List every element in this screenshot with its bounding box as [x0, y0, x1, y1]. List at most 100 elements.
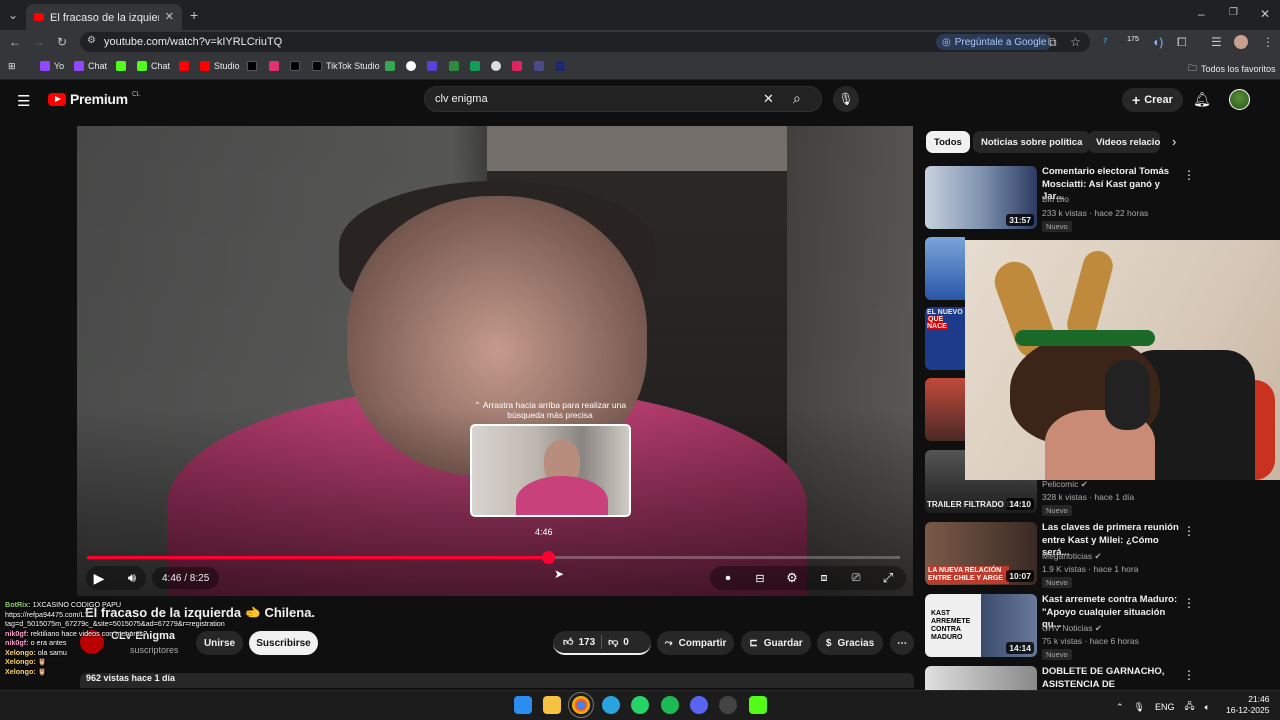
- more-vertical-icon[interactable]: ⋮: [1183, 168, 1195, 182]
- network-icon[interactable]: 🖧: [1185, 699, 1195, 715]
- chrome-taskbar-icon[interactable]: [568, 692, 594, 718]
- bookmark-drive[interactable]: [385, 61, 395, 71]
- discord-icon[interactable]: [690, 696, 708, 714]
- settings-gear-icon[interactable]: ⚙: [783, 568, 801, 588]
- recommendation-channel[interactable]: Pelicomic ✔: [1042, 479, 1088, 490]
- obs-icon[interactable]: [719, 696, 737, 714]
- play-button[interactable]: ▶: [90, 568, 108, 588]
- extensions-puzzle-icon[interactable]: ⧠: [1177, 36, 1187, 48]
- clear-search-icon[interactable]: ✕: [763, 91, 774, 107]
- chip-noticias-politica[interactable]: Noticias sobre política: [973, 131, 1091, 153]
- cast-icon[interactable]: ⎚: [847, 568, 865, 588]
- recommendation-channel[interactable]: CHV Noticias ✔: [1042, 623, 1102, 634]
- spotify-icon[interactable]: [661, 696, 679, 714]
- kick-taskbar-icon[interactable]: [749, 696, 767, 714]
- recommendation-thumbnail[interactable]: LA NUEVA RELACIÓN ENTRE CHILE Y ARGE 10:…: [925, 522, 1037, 585]
- notifications-bell-icon[interactable]: 🔔︎: [1193, 91, 1211, 108]
- recommendation-channel[interactable]: Bio Bio: [1042, 194, 1069, 204]
- recommendation-item[interactable]: LA NUEVA RELACIÓN ENTRE CHILE Y ARGE 10:…: [925, 522, 1270, 588]
- whatsapp-icon[interactable]: [631, 696, 649, 714]
- recommendation-item[interactable]: 31:57 Comentario electoral Tomás Mosciat…: [925, 166, 1270, 232]
- back-icon[interactable]: ←: [9, 36, 21, 48]
- thanks-button[interactable]: $ Gracias: [817, 631, 883, 655]
- ask-google-button[interactable]: ◎ Pregúntale a Google: [936, 34, 1053, 50]
- more-vertical-icon[interactable]: ⋮: [1183, 668, 1195, 682]
- restore-icon[interactable]: ❐: [1229, 8, 1238, 18]
- windows-start-icon[interactable]: [514, 696, 532, 714]
- create-button[interactable]: + Crear: [1122, 88, 1183, 112]
- reload-icon[interactable]: ↻: [57, 36, 67, 48]
- bookmark-ext-5[interactable]: [512, 61, 522, 71]
- bookmark-ext-4[interactable]: [491, 61, 501, 71]
- bookmark-kick[interactable]: [116, 61, 126, 71]
- bookmark-tiktok-studio[interactable]: TikTok Studio: [312, 61, 380, 71]
- minimize-icon[interactable]: –: [1198, 8, 1205, 20]
- video-player[interactable]: [77, 126, 913, 596]
- chevron-right-icon[interactable]: ›: [1172, 134, 1176, 149]
- search-input[interactable]: clv enigma ✕ ⌕: [424, 86, 822, 112]
- chip-videos-relacionados[interactable]: Videos relacio: [1088, 131, 1160, 153]
- recommendation-thumbnail[interactable]: KAST ARREMETE CONTRA MADURO 14:14: [925, 594, 1037, 657]
- bookmark-yo[interactable]: Yo: [40, 61, 64, 71]
- bookmark-chat-1[interactable]: Chat: [74, 61, 107, 71]
- recommendation-thumbnail[interactable]: 31:57: [925, 166, 1037, 229]
- chip-todos[interactable]: Todos: [926, 131, 970, 153]
- new-tab-icon[interactable]: +: [190, 8, 198, 22]
- bookmark-ext-6[interactable]: [534, 61, 544, 71]
- more-vertical-icon[interactable]: ⋮: [1183, 596, 1195, 610]
- join-button[interactable]: Unirse: [196, 631, 243, 655]
- progress-scrubber-handle[interactable]: [541, 551, 555, 564]
- reading-list-icon[interactable]: ☰: [1211, 36, 1222, 48]
- forward-icon[interactable]: →: [33, 36, 45, 48]
- recommendation-thumbnail[interactable]: EL NUEVO QUE NACE: [925, 307, 965, 370]
- file-explorer-icon[interactable]: [543, 696, 561, 714]
- recommendation-item[interactable]: KAST ARREMETE CONTRA MADURO 14:14 Kast a…: [925, 594, 1270, 660]
- volume-icon[interactable]: 🔊︎: [122, 568, 142, 588]
- chrome-menu-icon[interactable]: ⋮: [1262, 36, 1274, 48]
- like-button[interactable]: 👍︎ 173: [563, 636, 595, 649]
- youtube-logo[interactable]: Premium CL: [48, 91, 140, 107]
- hamburger-menu-icon[interactable]: ☰: [17, 92, 30, 110]
- microphone-icon[interactable]: 🎙︎: [1134, 702, 1145, 713]
- site-info-icon[interactable]: ⚙: [87, 36, 96, 46]
- taskbar-clock[interactable]: 21:46 16-12-2025: [1226, 694, 1269, 716]
- recommendation-thumbnail[interactable]: [925, 378, 965, 441]
- dislike-button[interactable]: 👎︎ 0: [608, 636, 629, 649]
- bookmark-chat-2[interactable]: Chat: [137, 61, 170, 71]
- save-button[interactable]: ⊏ Guardar: [741, 631, 811, 655]
- account-avatar[interactable]: [1229, 89, 1250, 110]
- description-box[interactable]: 962 vistas hace 1 día: [80, 673, 914, 688]
- bookmark-ext-1[interactable]: [406, 61, 416, 71]
- bookmark-youtube[interactable]: [179, 61, 189, 71]
- bookmark-sheets[interactable]: [470, 61, 480, 71]
- recommendation-title[interactable]: DOBLETE DE GARNACHO, ASISTENCIA DE BUONA…: [1042, 666, 1180, 690]
- search-icon[interactable]: ⌕: [793, 90, 801, 107]
- active-tab[interactable]: El fracaso de la izquierda 🫲 Ch ✕: [26, 4, 182, 30]
- tray-chevron-up-icon[interactable]: ⌃: [1116, 702, 1124, 713]
- more-vertical-icon[interactable]: ⋮: [1183, 524, 1195, 538]
- more-actions-button[interactable]: ⋯: [890, 631, 914, 655]
- all-favorites-folder[interactable]: 🗀 Todos los favoritos: [1188, 61, 1276, 77]
- recommendation-thumbnail[interactable]: [925, 666, 1037, 690]
- recommendation-item[interactable]: DOBLETE DE GARNACHO, ASISTENCIA DE BUONA…: [925, 666, 1270, 690]
- bookmark-studio[interactable]: Studio: [200, 61, 240, 71]
- subtitles-icon[interactable]: ⊟: [751, 568, 769, 588]
- profile-avatar-icon[interactable]: [1234, 35, 1248, 49]
- autoplay-toggle-icon[interactable]: ⏺︎: [718, 568, 738, 588]
- bookmark-ext-3[interactable]: [449, 61, 459, 71]
- bookmark-tiktok[interactable]: [290, 61, 300, 71]
- recommendation-channel[interactable]: Meganoticias ✔: [1042, 551, 1102, 562]
- tab-search-icon[interactable]: ⌄: [8, 9, 18, 21]
- bookmark-ext-2[interactable]: [427, 61, 437, 71]
- close-tab-icon[interactable]: ✕: [165, 11, 174, 23]
- voice-search-mic-icon[interactable]: 🎙: [833, 86, 859, 112]
- bookmark-instagram[interactable]: [269, 61, 279, 71]
- bookmark-star-icon[interactable]: ☆: [1070, 36, 1081, 48]
- apps-grid-icon[interactable]: ⊞: [8, 61, 16, 72]
- speaker-icon[interactable]: 🔈︎: [1205, 702, 1210, 713]
- close-window-icon[interactable]: ✕: [1260, 8, 1270, 20]
- telegram-icon[interactable]: [602, 696, 620, 714]
- install-app-icon[interactable]: ⧉: [1048, 36, 1057, 48]
- extension-translate-icon[interactable]: ⁷: [1103, 36, 1107, 48]
- extension-audio-icon[interactable]: ◖): [1152, 36, 1163, 48]
